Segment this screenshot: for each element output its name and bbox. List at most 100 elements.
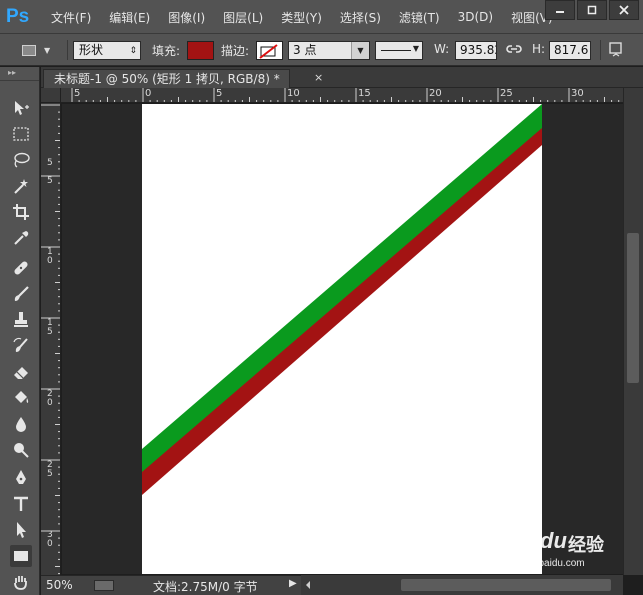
- dodge-tool[interactable]: [10, 439, 32, 461]
- fill-color-swatch[interactable]: [187, 41, 214, 60]
- paint-bucket-tool[interactable]: [10, 387, 32, 409]
- document-tab[interactable]: 未标题-1 @ 50% (矩形 1 拷贝, RGB/8) *: [43, 69, 290, 88]
- menu-image[interactable]: 图像(I): [159, 9, 214, 26]
- zoom-level[interactable]: 50%: [46, 578, 73, 592]
- crop-tool[interactable]: [10, 201, 32, 223]
- status-menu-arrow-icon[interactable]: ▶: [289, 578, 297, 589]
- no-stroke-icon: [259, 44, 278, 59]
- stamp-icon: [14, 312, 28, 327]
- canvas-area[interactable]: [62, 104, 623, 574]
- ruler-label: 5: [216, 88, 223, 99]
- restore-icon: [587, 5, 597, 15]
- watermark-brand: Bai: [482, 528, 517, 553]
- restore-button[interactable]: [577, 0, 607, 20]
- menu-items: 文件(F) 编辑(E) 图像(I) 图层(L) 类型(Y) 选择(S) 滤镜(T…: [42, 0, 562, 34]
- green-stripe[interactable]: [142, 104, 542, 472]
- minimize-button[interactable]: [545, 0, 575, 20]
- ruler-label: 20: [429, 88, 442, 99]
- chevron-down-icon: ▼: [412, 44, 419, 53]
- magic-wand-tool[interactable]: [10, 175, 32, 197]
- scroll-left-icon[interactable]: [304, 580, 312, 590]
- menu-3d[interactable]: 3D(D): [449, 10, 502, 24]
- ruler-label: 2 5: [47, 460, 53, 479]
- magic-wand-icon: [14, 179, 28, 194]
- ruler-origin[interactable]: [41, 88, 61, 103]
- width-label: W:: [434, 42, 450, 56]
- panel-collapse-icon[interactable]: ▸▸: [0, 67, 39, 81]
- stroke-type-select[interactable]: ▼: [375, 41, 423, 60]
- stroke-size-field[interactable]: 3 点 ▼: [288, 41, 370, 60]
- horizontal-scroll-thumb[interactable]: [401, 579, 611, 591]
- hand-tool[interactable]: [10, 571, 32, 593]
- lasso-tool[interactable]: [10, 149, 32, 171]
- menu-select[interactable]: 选择(S): [331, 9, 390, 26]
- vertical-scroll-thumb[interactable]: [627, 233, 639, 383]
- history-brush-tool[interactable]: [10, 335, 32, 357]
- menu-layer[interactable]: 图层(L): [214, 9, 272, 26]
- blur-tool[interactable]: [10, 413, 32, 435]
- canvas-artwork: [142, 104, 542, 495]
- eraser-tool[interactable]: [10, 361, 32, 383]
- healing-brush-tool[interactable]: [10, 257, 32, 279]
- bandage-icon: [14, 261, 28, 275]
- move-tool[interactable]: [10, 97, 32, 119]
- menu-edit[interactable]: 编辑(E): [100, 9, 159, 26]
- ruler-label: 30: [571, 88, 584, 99]
- chevron-down-icon[interactable]: ▼: [351, 42, 369, 59]
- status-proof-icon[interactable]: [94, 580, 114, 591]
- rectangle-tool[interactable]: [10, 545, 32, 567]
- path-operations-icon[interactable]: [609, 42, 623, 58]
- eraser-icon: [14, 367, 28, 379]
- type-tool[interactable]: [10, 493, 32, 515]
- eyedropper-icon: [14, 231, 29, 245]
- menu-type[interactable]: 类型(Y): [272, 9, 331, 26]
- stroke-color-swatch[interactable]: [256, 41, 283, 60]
- ruler-label: 5: [47, 158, 53, 168]
- document-tabs: 未标题-1 @ 50% (矩形 1 拷贝, RGB/8) * ×: [41, 67, 643, 88]
- tool-mode-value: 形状: [79, 43, 104, 57]
- width-field[interactable]: 935.82: [455, 41, 497, 60]
- path-selection-icon: [17, 522, 26, 538]
- separator: [600, 40, 601, 60]
- brush-tool[interactable]: [10, 283, 32, 305]
- close-tab-icon[interactable]: ×: [314, 71, 323, 84]
- ruler-label: 5: [47, 176, 53, 186]
- tool-mode-select[interactable]: 形状 ⇕: [73, 41, 141, 60]
- menu-filter[interactable]: 滤镜(T): [390, 9, 449, 26]
- pen-tool[interactable]: [10, 467, 32, 489]
- marquee-tool[interactable]: [10, 123, 32, 145]
- history-brush-icon: [13, 337, 28, 352]
- menu-file[interactable]: 文件(F): [42, 9, 100, 26]
- horizontal-ruler[interactable]: 5 0 5 10 15 20 25 30: [61, 88, 623, 103]
- path-selection-tool[interactable]: [10, 519, 32, 541]
- lasso-icon: [14, 152, 30, 168]
- horizontal-scrollbar[interactable]: [301, 575, 623, 595]
- document-canvas[interactable]: [142, 104, 542, 574]
- link-icon[interactable]: [506, 42, 524, 58]
- vertical-scrollbar[interactable]: [623, 88, 643, 575]
- crop-icon: [13, 204, 29, 220]
- close-button[interactable]: [609, 0, 639, 20]
- window-controls: [543, 0, 639, 22]
- menu-bar: Ps 文件(F) 编辑(E) 图像(I) 图层(L) 类型(Y) 选择(S) 滤…: [0, 0, 643, 34]
- ruler-label: 2 0: [47, 389, 53, 408]
- close-icon: [619, 5, 629, 15]
- ruler-label: 15: [358, 88, 371, 99]
- ruler-ticks: [41, 104, 60, 575]
- dodge-icon: [14, 443, 29, 458]
- clone-stamp-tool[interactable]: [10, 309, 32, 331]
- ruler-label: 10: [287, 88, 300, 99]
- tool-preset-picker[interactable]: ▼: [22, 41, 60, 60]
- watermark-brand-suffix: du: [540, 528, 567, 553]
- hand-icon: [14, 576, 27, 590]
- ruler-label: 5: [74, 88, 81, 99]
- ruler-label: 25: [500, 88, 513, 99]
- height-label: H:: [532, 42, 546, 56]
- ruler-label: 1 0: [47, 247, 53, 266]
- eyedropper-tool[interactable]: [10, 227, 32, 249]
- paint-bucket-icon: [15, 391, 29, 403]
- rectangle-icon: [14, 551, 28, 561]
- height-field[interactable]: 817.6 像: [549, 41, 591, 60]
- vertical-ruler[interactable]: 5 5 1 0 1 5 2 0 2 5 3 0: [41, 103, 61, 575]
- options-bar: ▼ 形状 ⇕ 填充: 描边: 3 点 ▼ ▼ W: 935.82 H: 817.…: [0, 34, 643, 66]
